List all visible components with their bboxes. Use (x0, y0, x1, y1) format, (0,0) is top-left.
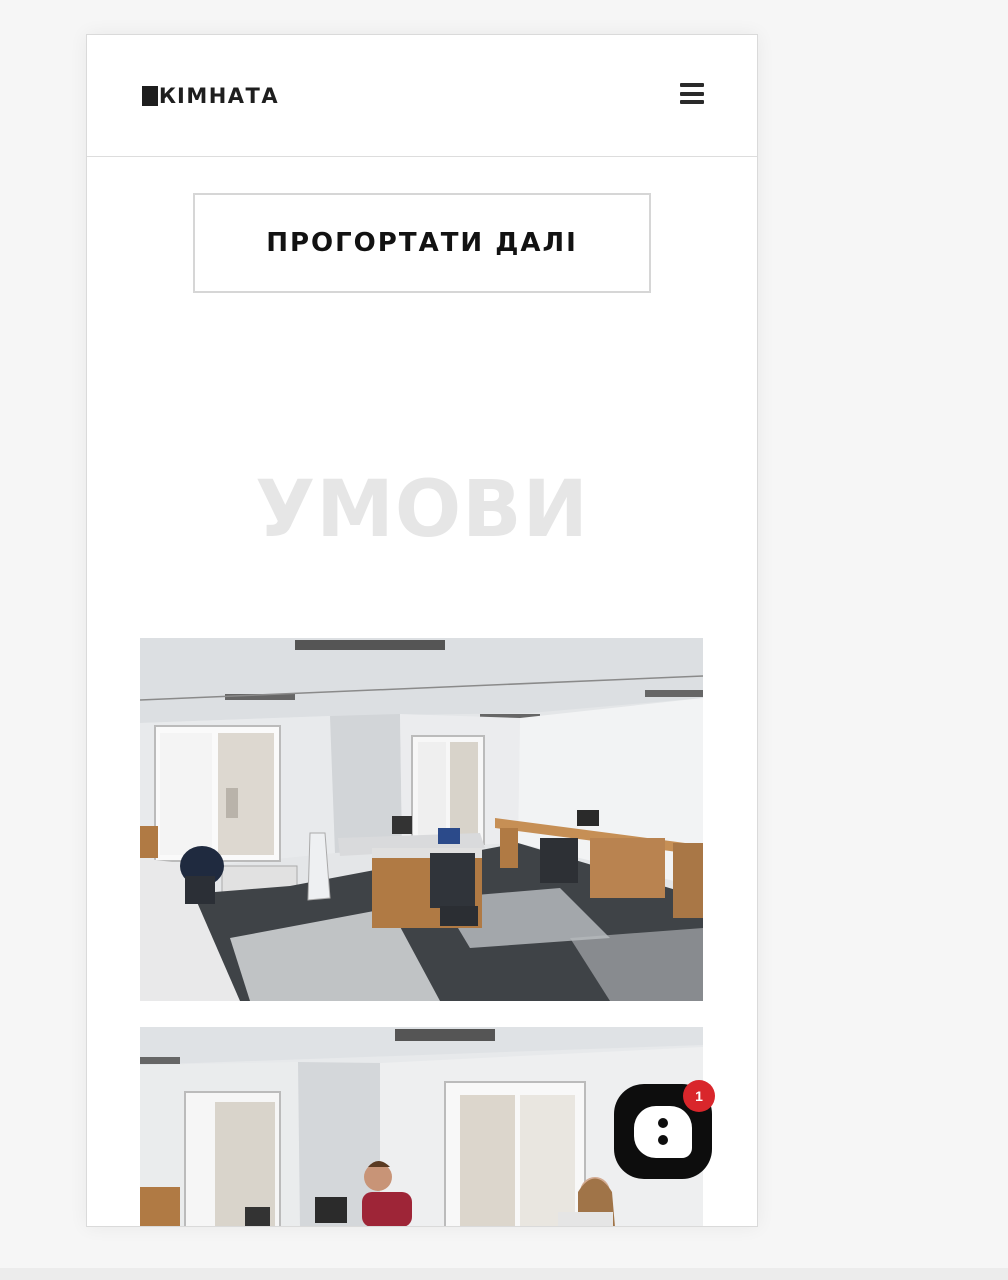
bottom-bar (0, 1268, 1008, 1280)
logo-text: IМНАТА (177, 84, 280, 108)
hamburger-menu-icon[interactable] (680, 83, 704, 104)
notification-badge: 1 (683, 1080, 715, 1112)
logo-letter-k: К (157, 84, 177, 108)
site-header: К IМНАТА (87, 35, 757, 157)
chat-widget-button[interactable]: 1 (614, 1080, 715, 1181)
scroll-further-button[interactable]: ПРОГОРТАТИ ДАЛІ (193, 193, 651, 293)
office-room-photo (140, 638, 703, 1001)
section-title-conditions: УМОВИ (255, 465, 589, 555)
logo-mark: К (142, 84, 177, 108)
mobile-page: К IМНАТА ПРОГОРТАТИ ДАЛІ УМОВИ (86, 34, 758, 1227)
site-logo[interactable]: К IМНАТА (142, 84, 280, 108)
